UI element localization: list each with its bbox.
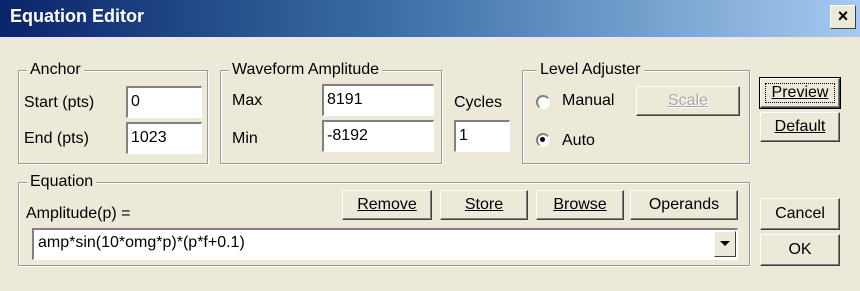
default-button[interactable]: Default [760, 112, 840, 142]
manual-label[interactable]: Manual [562, 91, 614, 111]
cancel-button[interactable]: Cancel [760, 198, 840, 230]
level-adjuster-legend: Level Adjuster [537, 60, 644, 80]
scale-button-label: Scale [667, 92, 709, 109]
ok-button[interactable]: OK [760, 234, 840, 266]
scale-button: Scale [636, 86, 740, 116]
manual-radio[interactable] [536, 95, 550, 109]
start-label: Start (pts) [24, 94, 95, 111]
anchor-legend: Anchor [27, 60, 84, 80]
remove-button-label: Remove [357, 196, 417, 213]
browse-button-label: Browse [553, 196, 607, 213]
cycles-input[interactable]: 1 [454, 120, 510, 152]
auto-radio[interactable] [536, 133, 550, 147]
min-label: Min [232, 130, 258, 147]
auto-radio-dot [540, 137, 545, 142]
max-label: Max [232, 92, 263, 109]
remove-button[interactable]: Remove [342, 190, 432, 220]
cycles-label: Cycles [454, 94, 503, 111]
window-title: Equation Editor [10, 6, 144, 26]
equation-combo[interactable]: amp*sin(10*omg*p)*(p*f+0.1) [32, 228, 738, 260]
equation-value: amp*sin(10*omg*p)*(p*f+0.1) [38, 234, 245, 251]
browse-button[interactable]: Browse [536, 190, 624, 220]
close-button[interactable]: × [830, 5, 856, 29]
operands-button[interactable]: Operands [630, 190, 738, 220]
preview-button[interactable]: Preview [759, 77, 841, 109]
level-adjuster-group: Level Adjuster [522, 60, 750, 164]
default-button-label: Default [774, 118, 826, 135]
amplitude-label: Amplitude(p) = [26, 205, 131, 222]
start-input[interactable]: 0 [126, 86, 202, 118]
waveform-legend: Waveform Amplitude [229, 60, 383, 80]
title-bar: Equation Editor × [0, 0, 860, 37]
equation-editor-dialog: Equation Editor × Anchor Start (pts) 0 E… [0, 0, 860, 291]
end-label: End (pts) [24, 130, 89, 147]
store-button-label: Store [464, 196, 504, 213]
store-button[interactable]: Store [440, 190, 528, 220]
preview-button-label: Preview [771, 84, 829, 101]
min-input[interactable]: -8192 [322, 120, 434, 152]
dropdown-arrow-icon[interactable] [714, 231, 736, 257]
max-input[interactable]: 8191 [322, 84, 434, 116]
equation-legend: Equation [27, 172, 97, 192]
auto-label[interactable]: Auto [562, 131, 595, 151]
end-input[interactable]: 1023 [126, 122, 202, 154]
